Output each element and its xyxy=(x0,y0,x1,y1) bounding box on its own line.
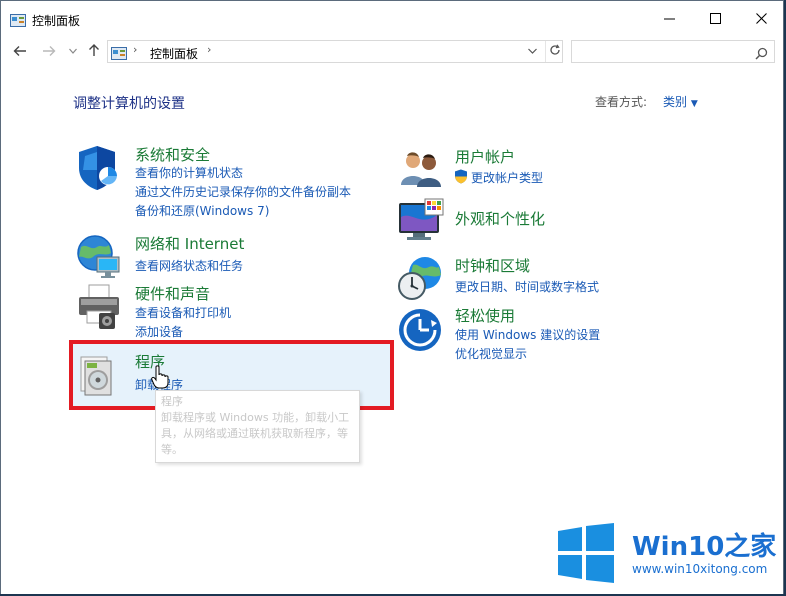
search-icon[interactable] xyxy=(755,45,768,64)
ease-of-access-icon[interactable] xyxy=(397,306,445,354)
up-icon xyxy=(88,43,100,61)
back-button[interactable] xyxy=(10,42,30,62)
control-panel-icon xyxy=(10,12,26,27)
clock-globe-icon[interactable] xyxy=(397,255,445,303)
category-title[interactable]: 用户帐户 xyxy=(455,146,515,167)
close-button[interactable] xyxy=(738,1,783,35)
watermark-brand: Win10之家 xyxy=(632,532,777,562)
monitor-icon[interactable] xyxy=(397,197,445,245)
minimize-icon xyxy=(663,9,675,28)
uac-shield-icon xyxy=(454,169,468,188)
category-link[interactable]: 优化视觉显示 xyxy=(455,345,527,362)
category-link[interactable]: 使用 Windows 建议的设置 xyxy=(455,326,600,343)
category-link[interactable]: 通过文件历史记录保存你的文件备份副本 xyxy=(135,183,351,200)
category-link[interactable]: 查看网络状态和任务 xyxy=(135,257,243,274)
window-title: 控制面板 xyxy=(32,14,81,28)
navigation-bar: › 控制面板 › xyxy=(1,37,783,67)
category-link[interactable]: 查看你的计算机状态 xyxy=(135,164,243,181)
chevron-down-icon xyxy=(69,47,77,57)
up-button[interactable] xyxy=(84,42,104,62)
search-input[interactable] xyxy=(576,43,746,62)
category-title[interactable]: 外观和个性化 xyxy=(455,208,545,229)
forward-button[interactable] xyxy=(39,42,59,62)
forward-icon xyxy=(42,43,56,61)
address-dropdown-icon[interactable] xyxy=(528,44,537,57)
category-link[interactable]: 添加设备 xyxy=(135,323,183,340)
category-link[interactable]: 更改日期、时间或数字格式 xyxy=(455,278,599,295)
users-icon[interactable] xyxy=(397,147,445,195)
refresh-icon xyxy=(549,44,561,59)
tooltip-title: 程序 xyxy=(161,395,183,408)
printer-icon[interactable] xyxy=(75,283,123,331)
category-link[interactable]: 查看设备和打印机 xyxy=(135,304,231,321)
recent-locations-button[interactable] xyxy=(63,42,83,62)
category-title[interactable]: 硬件和声音 xyxy=(135,283,210,304)
category-title[interactable]: 轻松使用 xyxy=(455,305,515,326)
view-by-value: 类别 xyxy=(663,95,688,109)
control-panel-window: 控制面板 › 控制面板 › 调整计算机的设置 查看方式: 类别 ▼ 系统和安全 … xyxy=(0,0,784,594)
watermark-url: www.win10xitong.com xyxy=(632,562,768,576)
address-bar[interactable]: › 控制面板 › xyxy=(107,40,563,63)
programs-tooltip: 程序 卸载程序或 Windows 功能，卸载小工具，从网络或通过联机获取新程序，… xyxy=(155,390,360,463)
category-title[interactable]: 时钟和区域 xyxy=(455,255,530,276)
category-title[interactable]: 系统和安全 xyxy=(135,144,210,165)
chevron-down-icon: ▼ xyxy=(690,99,698,109)
maximize-icon xyxy=(709,9,721,28)
maximize-button[interactable] xyxy=(692,1,738,35)
title-bar[interactable]: 控制面板 xyxy=(1,1,783,35)
minimize-button[interactable] xyxy=(646,1,692,35)
hand-cursor-icon xyxy=(151,365,169,393)
breadcrumb-control-panel[interactable]: 控制面板 xyxy=(150,45,198,62)
view-by-label: 查看方式: xyxy=(595,95,648,109)
refresh-button[interactable] xyxy=(545,41,564,62)
category-link[interactable]: 更改帐户类型 xyxy=(471,169,543,186)
network-icon[interactable] xyxy=(75,233,123,281)
search-box[interactable] xyxy=(571,40,775,63)
watermark: Win10之家 www.win10xitong.com xyxy=(552,520,786,590)
view-by-dropdown[interactable]: 类别 ▼ xyxy=(663,93,698,110)
windows-logo-icon xyxy=(556,523,616,583)
category-link[interactable]: 备份和还原(Windows 7) xyxy=(135,202,269,219)
back-icon xyxy=(13,43,27,61)
close-icon xyxy=(755,9,767,28)
shield-icon[interactable] xyxy=(75,144,123,192)
category-title[interactable]: 网络和 Internet xyxy=(135,233,244,254)
chevron-right-icon[interactable]: › xyxy=(133,43,137,56)
page-heading: 调整计算机的设置 xyxy=(73,96,185,112)
tooltip-body: 卸载程序或 Windows 功能，卸载小工具，从网络或通过联机获取新程序，等等。 xyxy=(161,411,350,456)
chevron-right-icon[interactable]: › xyxy=(207,43,211,56)
control-panel-icon xyxy=(111,45,127,60)
